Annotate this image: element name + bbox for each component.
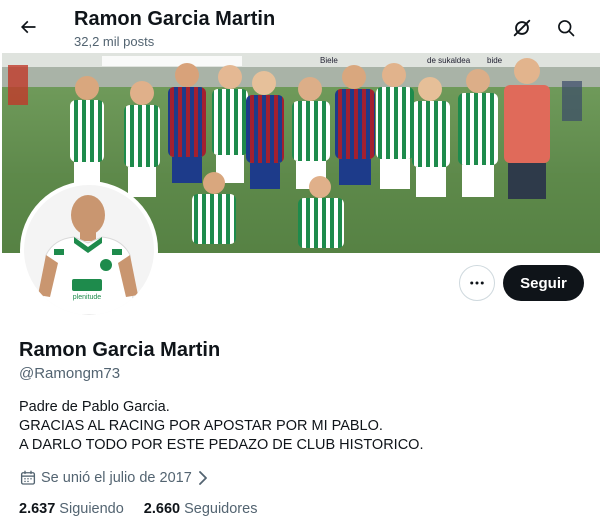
avatar-photo: plenitude: [24, 185, 154, 315]
bio-line: GRACIAS AL RACING POR APOSTAR POR MI PAB…: [19, 418, 383, 434]
post-count: 32,2 mil posts: [74, 34, 155, 49]
profile-name: Ramon Garcia Martin: [19, 339, 221, 361]
followers-count: 2.660: [143, 501, 181, 517]
follow-button[interactable]: Seguir: [503, 265, 584, 301]
grok-button[interactable]: [504, 10, 540, 46]
following-count: 2.637: [19, 501, 56, 517]
search-icon: [558, 20, 575, 37]
calendar-icon: [19, 469, 37, 487]
profile-stats: 2.637 Siguiendo 2.660 Seguidores: [19, 499, 277, 519]
arrow-left-icon: [20, 20, 36, 34]
followers-label: Seguidores: [184, 501, 258, 517]
bio-line: A DARLO TODO POR ESTE PEDAZO DE CLUB HIS…: [19, 437, 424, 453]
following-label: Siguiendo: [59, 501, 124, 517]
profile-avatar[interactable]: plenitude: [20, 181, 158, 319]
grok-slash-icon: [513, 19, 531, 37]
joined-date-text: Se unió el julio de 2017: [41, 470, 192, 486]
profile-handle: @Ramongm73: [19, 365, 121, 382]
bio-line: Padre de Pablo Garcia.: [19, 399, 170, 415]
header-title: Ramon Garcia Martin: [74, 8, 276, 30]
following-link[interactable]: 2.637 Siguiendo: [19, 501, 124, 517]
profile-bio: Padre de Pablo Garcia. GRACIAS AL RACING…: [19, 398, 579, 455]
profile-header: Ramon Garcia Martin 32,2 mil posts: [0, 0, 600, 53]
back-button[interactable]: [10, 9, 46, 45]
more-options-button[interactable]: [459, 265, 495, 301]
chevron-right-icon: [198, 471, 208, 485]
banner-signage-2: de sukaldea: [427, 56, 471, 65]
banner-signage-3: bide: [487, 56, 503, 65]
followers-link[interactable]: 2.660 Seguidores: [144, 501, 258, 517]
search-button[interactable]: [548, 10, 584, 46]
avatar-shirt-sponsor: plenitude: [73, 294, 102, 301]
banner-signage-1: Biele: [320, 56, 338, 65]
joined-date-link[interactable]: Se unió el julio de 2017: [19, 468, 208, 488]
more-dots-icon: [470, 281, 484, 285]
